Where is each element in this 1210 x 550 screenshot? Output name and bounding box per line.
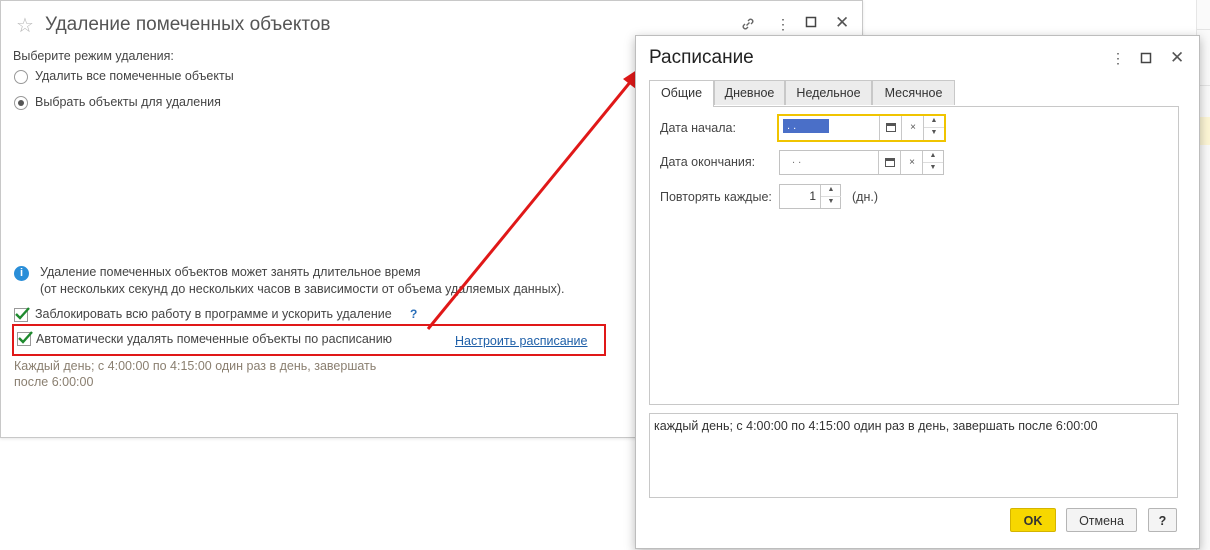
calendar-icon[interactable] xyxy=(879,116,902,140)
start-date-field[interactable]: . . × ▲ ▼ xyxy=(777,114,946,142)
tab-weekly[interactable]: Недельное xyxy=(785,80,872,105)
clear-icon[interactable]: × xyxy=(900,151,923,174)
repeat-every-value[interactable]: 1 xyxy=(809,189,816,203)
end-date-label: Дата окончания: xyxy=(660,155,756,169)
cancel-button[interactable]: Отмена xyxy=(1066,508,1137,532)
dialog-title: Расписание xyxy=(649,47,754,68)
general-tab-panel: Дата начала: . . × ▲ ▼ Дата окончания: . … xyxy=(649,106,1179,405)
end-date-stepper[interactable]: ▲ ▼ xyxy=(922,151,943,174)
repeat-stepper[interactable]: ▲ ▼ xyxy=(820,185,841,208)
schedule-description-text: каждый день; с 4:00:00 по 4:15:00 один р… xyxy=(654,419,1098,433)
chevron-down-icon[interactable]: ▼ xyxy=(924,128,944,140)
tab-general[interactable]: Общие xyxy=(649,80,714,107)
chevron-up-icon[interactable]: ▲ xyxy=(821,185,841,197)
maximize-icon[interactable] xyxy=(1140,51,1152,67)
calendar-icon[interactable] xyxy=(878,151,901,174)
clear-icon[interactable]: × xyxy=(901,116,924,140)
ok-button[interactable]: OK xyxy=(1010,508,1056,532)
chevron-up-icon[interactable]: ▲ xyxy=(924,116,944,128)
repeat-every-field[interactable]: 1 ▲ ▼ xyxy=(779,184,841,209)
more-menu-icon[interactable]: ⋮ xyxy=(1111,50,1125,67)
repeat-every-label: Повторять каждые: xyxy=(660,190,772,204)
start-date-value[interactable]: . . xyxy=(783,119,829,133)
repeat-unit-label: (дн.) xyxy=(852,190,878,204)
schedule-description: каждый день; с 4:00:00 по 4:15:00 один р… xyxy=(649,413,1178,498)
end-date-field[interactable]: . . × ▲ ▼ xyxy=(779,150,944,175)
start-date-stepper[interactable]: ▲ ▼ xyxy=(923,116,944,140)
chevron-down-icon[interactable]: ▼ xyxy=(821,197,841,209)
help-button[interactable]: ? xyxy=(1148,508,1177,532)
tab-monthly[interactable]: Месячное xyxy=(872,80,955,105)
end-date-value[interactable]: . . xyxy=(792,154,801,166)
schedule-dialog: Расписание ⋮ ✕ Общие Дневное Недельное М… xyxy=(635,35,1200,549)
tab-daily[interactable]: Дневное xyxy=(714,80,785,105)
close-icon[interactable]: ✕ xyxy=(1170,48,1184,68)
chevron-down-icon[interactable]: ▼ xyxy=(923,163,943,175)
chevron-up-icon[interactable]: ▲ xyxy=(923,151,943,163)
start-date-label: Дата начала: xyxy=(660,121,736,135)
